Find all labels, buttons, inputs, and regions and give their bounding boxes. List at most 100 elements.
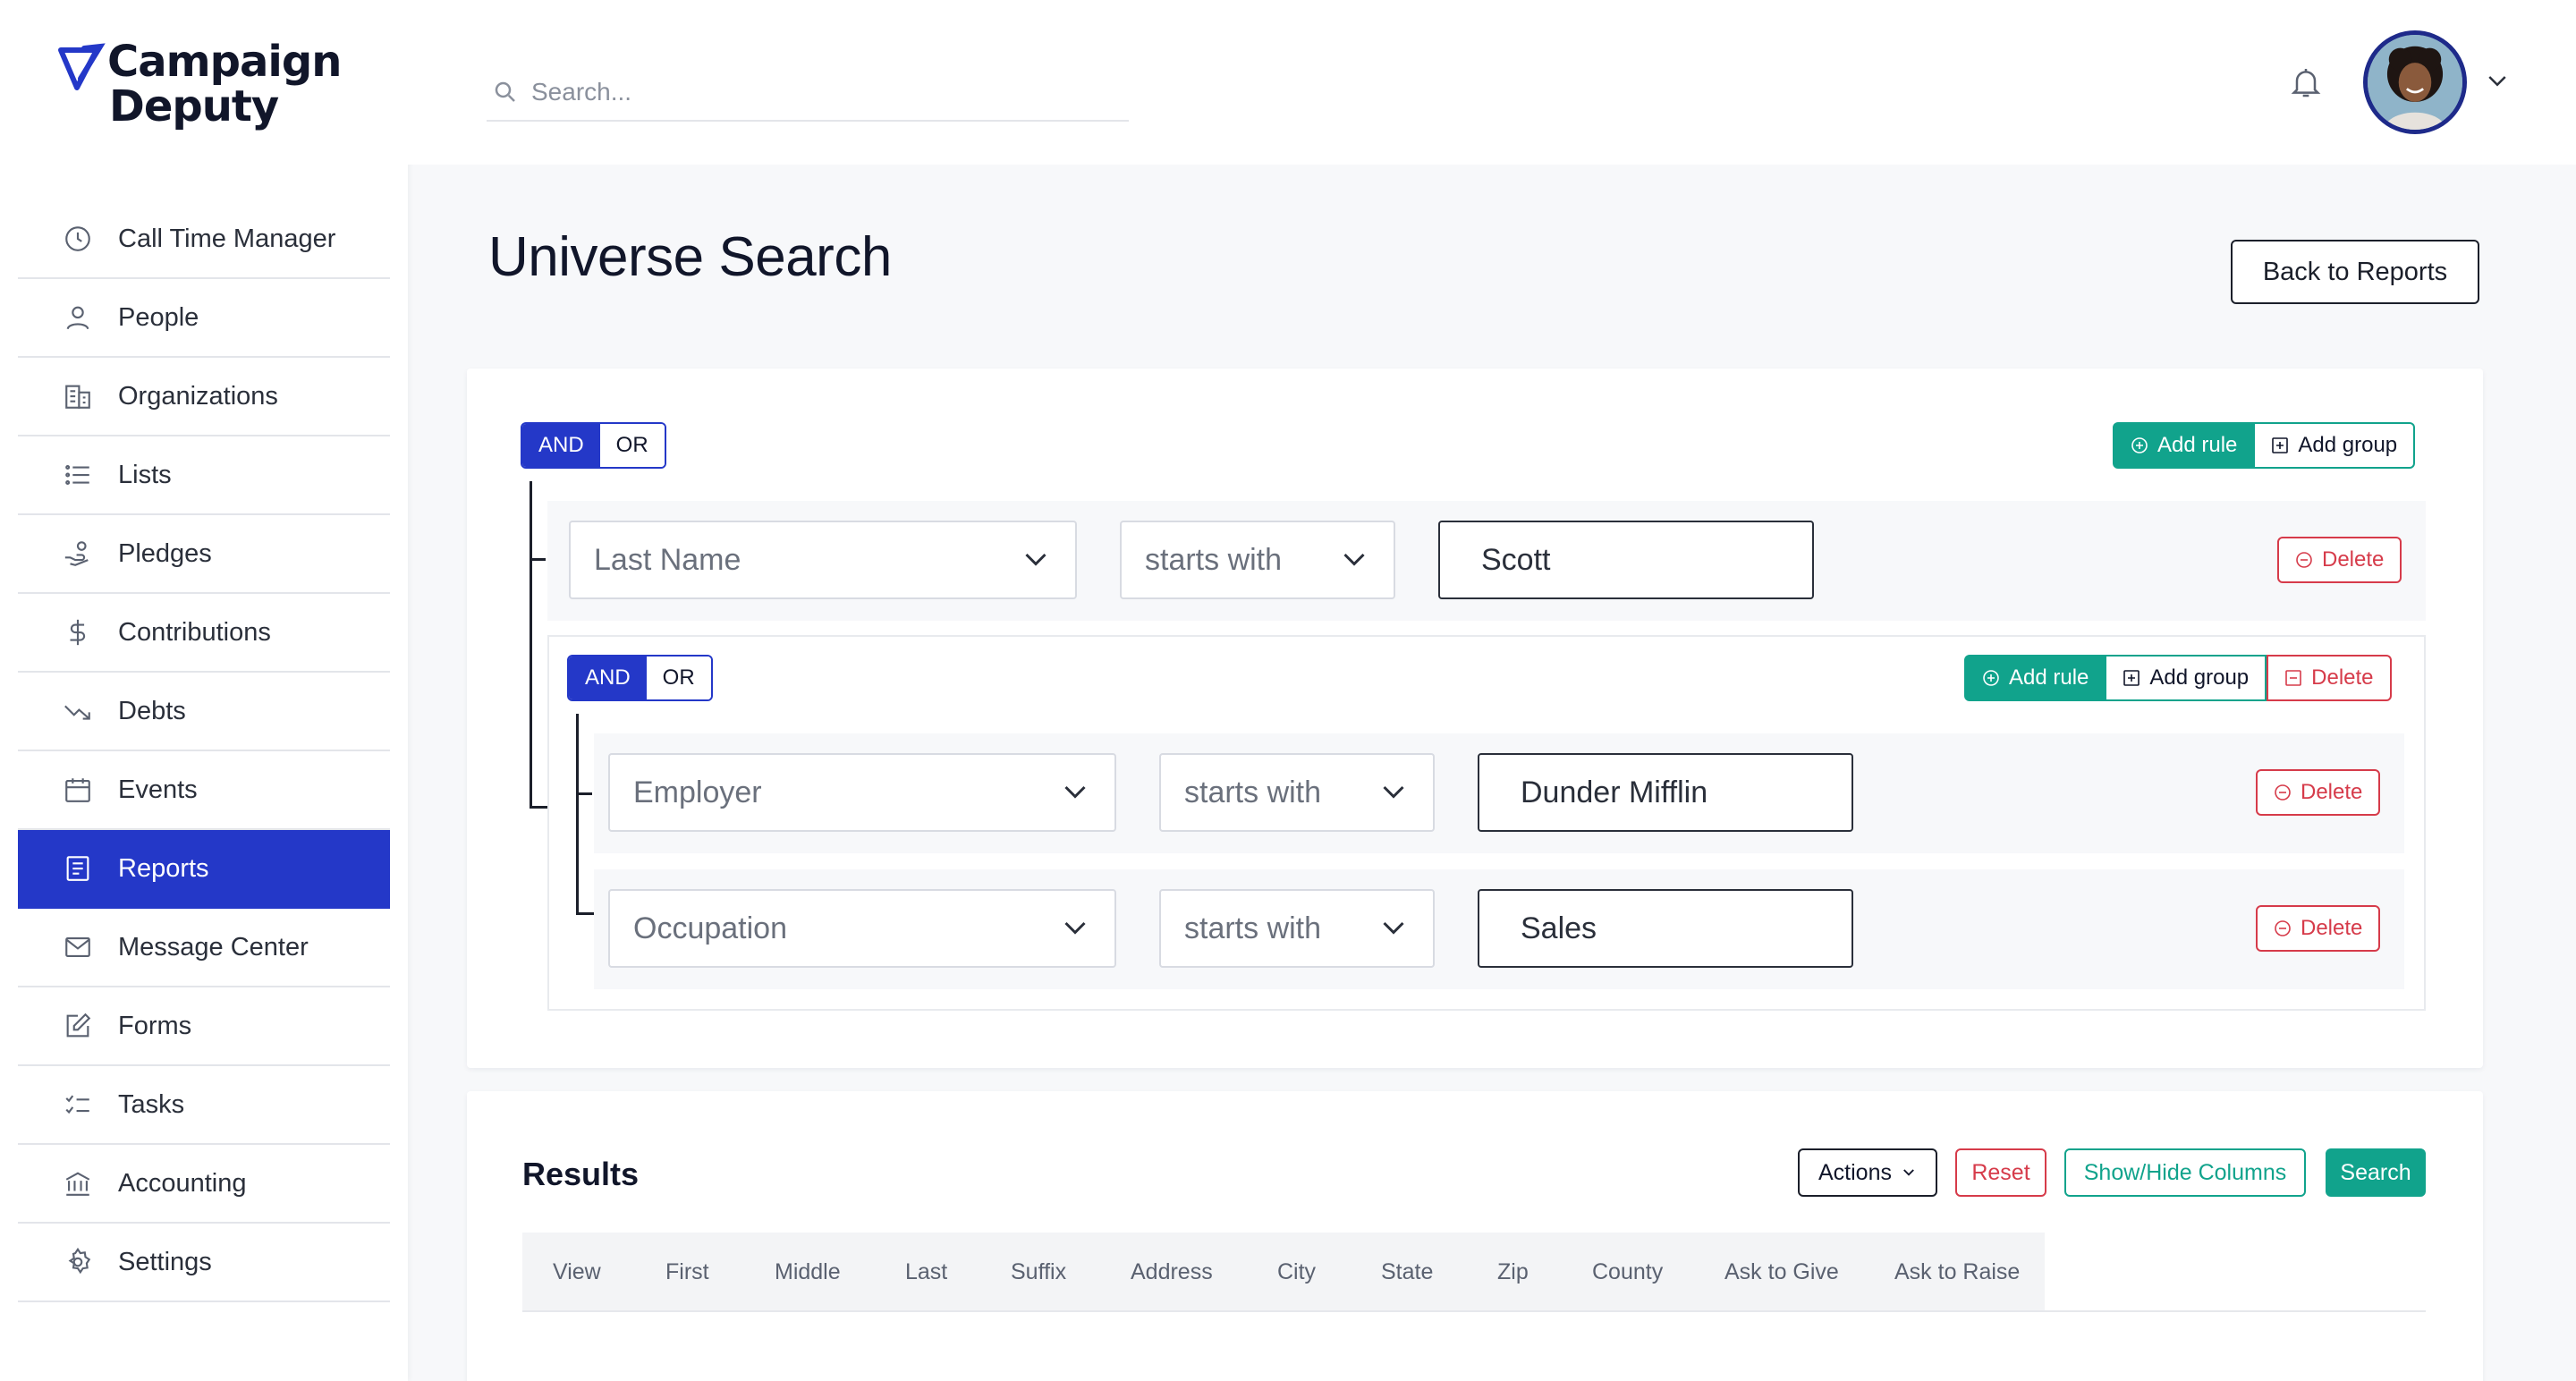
tree-line	[576, 792, 592, 795]
add-rule-label: Add rule	[2009, 665, 2089, 690]
mail-icon	[61, 930, 95, 964]
chevron-down-icon	[1025, 553, 1046, 566]
sidebar-item-accounting[interactable]: Accounting	[18, 1145, 390, 1224]
add-group-button[interactable]: Add group	[2106, 655, 2267, 701]
chevron-down-icon	[1903, 1169, 1914, 1176]
brand-line-1: Campaign	[107, 37, 342, 87]
actions-label: Actions	[1818, 1159, 1892, 1185]
report-icon	[61, 851, 95, 885]
field-select-value: Employer	[633, 775, 762, 809]
reset-button[interactable]: Reset	[1955, 1148, 2046, 1197]
value-input[interactable]: Scott	[1438, 521, 1814, 599]
column-header-middle[interactable]: Middle	[775, 1259, 841, 1285]
plus-circle-icon	[1983, 670, 1999, 686]
table-header-divider	[522, 1310, 2426, 1312]
logo-mark-icon	[58, 43, 106, 90]
sidebar-item-forms[interactable]: Forms	[18, 987, 390, 1066]
sidebar-item-lists[interactable]: Lists	[18, 436, 390, 515]
minus-circle-icon	[2296, 552, 2312, 568]
delete-rule-button[interactable]: Delete	[2256, 769, 2381, 816]
sidebar-item-label: Lists	[118, 460, 172, 489]
combinator-and-button[interactable]: AND	[522, 424, 600, 467]
column-header-ask-to-give[interactable]: Ask to Give	[1724, 1259, 1839, 1285]
sidebar-item-label: Accounting	[118, 1168, 247, 1198]
show-hide-columns-button[interactable]: Show/Hide Columns	[2064, 1148, 2306, 1197]
column-header-zip[interactable]: Zip	[1497, 1259, 1529, 1285]
operator-select[interactable]: starts with	[1159, 889, 1435, 968]
sidebar-item-organizations[interactable]: Organizations	[18, 358, 390, 436]
actions-dropdown-button[interactable]: Actions	[1798, 1148, 1937, 1197]
column-header-ask-to-raise[interactable]: Ask to Raise	[1894, 1259, 2020, 1285]
user-photo	[2368, 35, 2462, 130]
sidebar-item-pledges[interactable]: Pledges	[18, 515, 390, 594]
column-header-county[interactable]: County	[1592, 1259, 1663, 1285]
chevron-down-icon[interactable]	[2481, 68, 2513, 95]
value-input[interactable]: Dunder Mifflin	[1478, 753, 1853, 832]
column-header-city[interactable]: City	[1277, 1259, 1316, 1285]
column-header-first[interactable]: First	[665, 1259, 709, 1285]
sidebar-nav: Call Time Manager People Organizations L…	[18, 200, 390, 1302]
building-icon	[61, 379, 95, 413]
column-header-state[interactable]: State	[1381, 1259, 1433, 1285]
chevron-down-icon	[1064, 921, 1086, 935]
delete-rule-button[interactable]: Delete	[2256, 905, 2381, 952]
field-select[interactable]: Last Name	[569, 521, 1077, 599]
sidebar-item-tasks[interactable]: Tasks	[18, 1066, 390, 1145]
operator-select-value: starts with	[1184, 911, 1322, 945]
hand-coins-icon	[61, 537, 95, 571]
back-to-reports-button[interactable]: Back to Reports	[2231, 240, 2479, 304]
brand-line-2: Deputy	[109, 81, 279, 131]
operator-select-value: starts with	[1145, 542, 1283, 577]
delete-group-button[interactable]: Delete	[2267, 655, 2392, 701]
tree-line	[530, 558, 546, 561]
combinator-or-button[interactable]: OR	[599, 424, 665, 467]
value-input[interactable]: Sales	[1478, 889, 1853, 968]
delete-rule-button[interactable]: Delete	[2277, 537, 2402, 583]
nested-combinator-toggle: AND OR	[567, 655, 713, 701]
sidebar-item-debts[interactable]: Debts	[18, 673, 390, 751]
sidebar-item-call-time-manager[interactable]: Call Time Manager	[18, 200, 390, 279]
add-rule-button[interactable]: Add rule	[1964, 655, 2107, 701]
sidebar-item-settings[interactable]: Settings	[18, 1224, 390, 1302]
combinator-and-button[interactable]: AND	[569, 657, 647, 699]
tree-line	[530, 481, 532, 809]
sidebar-item-reports[interactable]: Reports	[18, 830, 390, 909]
tree-line	[576, 714, 579, 914]
avatar[interactable]	[2363, 30, 2467, 134]
operator-select[interactable]: starts with	[1120, 521, 1395, 599]
brand-logo[interactable]: Campaign Deputy	[57, 37, 342, 131]
page-title: Universe Search	[488, 226, 892, 288]
column-header-last[interactable]: Last	[905, 1259, 947, 1285]
gear-icon	[61, 1245, 95, 1279]
combinator-or-button[interactable]: OR	[646, 657, 711, 699]
sidebar-item-label: Forms	[118, 1011, 192, 1040]
dollar-icon	[61, 615, 95, 649]
sidebar-item-message-center[interactable]: Message Center	[18, 909, 390, 987]
sidebar-item-label: Debts	[118, 696, 186, 725]
search-button[interactable]: Search	[2326, 1148, 2426, 1197]
plus-square-icon	[2272, 437, 2289, 453]
results-title: Results	[522, 1156, 640, 1192]
field-select[interactable]: Occupation	[608, 889, 1116, 968]
operator-select[interactable]: starts with	[1159, 753, 1435, 832]
column-header-address[interactable]: Address	[1131, 1259, 1213, 1285]
column-header-view[interactable]: View	[553, 1259, 601, 1285]
field-select[interactable]: Employer	[608, 753, 1116, 832]
sidebar-item-events[interactable]: Events	[18, 751, 390, 830]
bell-icon[interactable]	[2288, 63, 2324, 102]
column-header-suffix[interactable]: Suffix	[1011, 1259, 1066, 1285]
add-group-button[interactable]: Add group	[2255, 422, 2416, 469]
add-rule-button[interactable]: Add rule	[2113, 422, 2256, 469]
search-icon	[495, 81, 515, 102]
brand-name: Campaign Deputy	[107, 37, 342, 131]
minus-square-icon	[2285, 670, 2301, 686]
minus-circle-icon	[2275, 920, 2291, 936]
tree-line	[576, 912, 596, 915]
delete-group-label: Delete	[2311, 665, 2374, 690]
delete-label: Delete	[2322, 547, 2385, 572]
search-input[interactable]	[531, 78, 1068, 106]
sidebar-item-contributions[interactable]: Contributions	[18, 594, 390, 673]
sidebar-item-people[interactable]: People	[18, 279, 390, 358]
sidebar-item-label: Organizations	[118, 381, 278, 411]
root-group-actions: Add rule Add group	[2113, 422, 2416, 469]
